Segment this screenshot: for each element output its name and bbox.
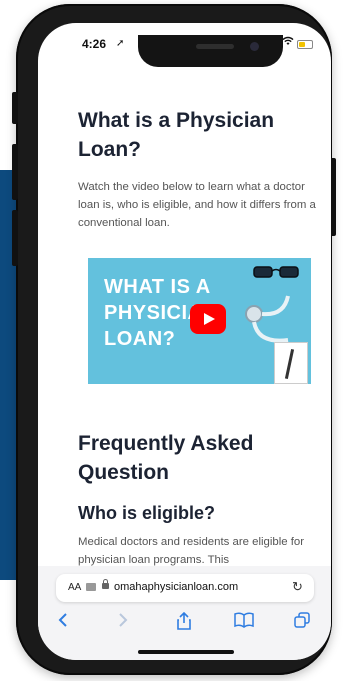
extension-icon[interactable]	[86, 583, 96, 591]
video-title-line1: WHAT IS A	[104, 276, 211, 298]
volume-up-button	[12, 144, 18, 200]
speaker-grill	[196, 44, 234, 49]
status-time: 4:26	[82, 37, 107, 51]
video-thumbnail[interactable]: WHAT IS A PHYSICIAN LOAN?	[88, 258, 311, 384]
chevron-right-icon[interactable]	[118, 612, 128, 633]
location-arrow-icon: ➚	[116, 38, 125, 49]
faq-heading: Frequently Asked Question	[78, 432, 254, 484]
reload-icon[interactable]: ↻	[292, 579, 303, 595]
browser-toolbar	[38, 611, 331, 638]
chevron-left-icon[interactable]	[58, 612, 68, 633]
text-size-button[interactable]: AA	[68, 582, 81, 593]
front-camera	[250, 42, 259, 51]
article-content: What is a Physician Loan? Watch the vide…	[78, 106, 326, 232]
volume-down-button	[12, 210, 18, 266]
play-button[interactable]	[190, 304, 226, 334]
book-icon[interactable]	[234, 612, 254, 633]
address-bar[interactable]: AA omahaphysicianloan.com ↻	[56, 574, 314, 602]
page-title: What is a Physician Loan?	[78, 109, 275, 161]
faq-subheading: Who is eligible?	[78, 503, 216, 523]
battery-icon	[297, 40, 313, 49]
eyeglasses-icon	[253, 266, 299, 278]
notebook-icon	[274, 342, 308, 384]
mute-switch	[12, 92, 18, 124]
intro-paragraph: Watch the video below to learn what a do…	[78, 181, 316, 229]
browser-chrome: AA omahaphysicianloan.com ↻	[38, 566, 331, 660]
lock-icon	[102, 579, 109, 589]
stethoscope-icon	[245, 295, 290, 343]
tabs-icon[interactable]	[294, 612, 310, 633]
phone-screen: 4:26 ➚ What is a Physician Loan? Watch t…	[38, 23, 331, 660]
url-text[interactable]: omahaphysicianloan.com	[114, 581, 238, 593]
notch	[138, 35, 283, 67]
share-icon[interactable]	[176, 611, 192, 635]
home-indicator	[138, 650, 234, 654]
wifi-icon	[282, 36, 294, 49]
phone-frame: 4:26 ➚ What is a Physician Loan? Watch t…	[12, 4, 336, 675]
